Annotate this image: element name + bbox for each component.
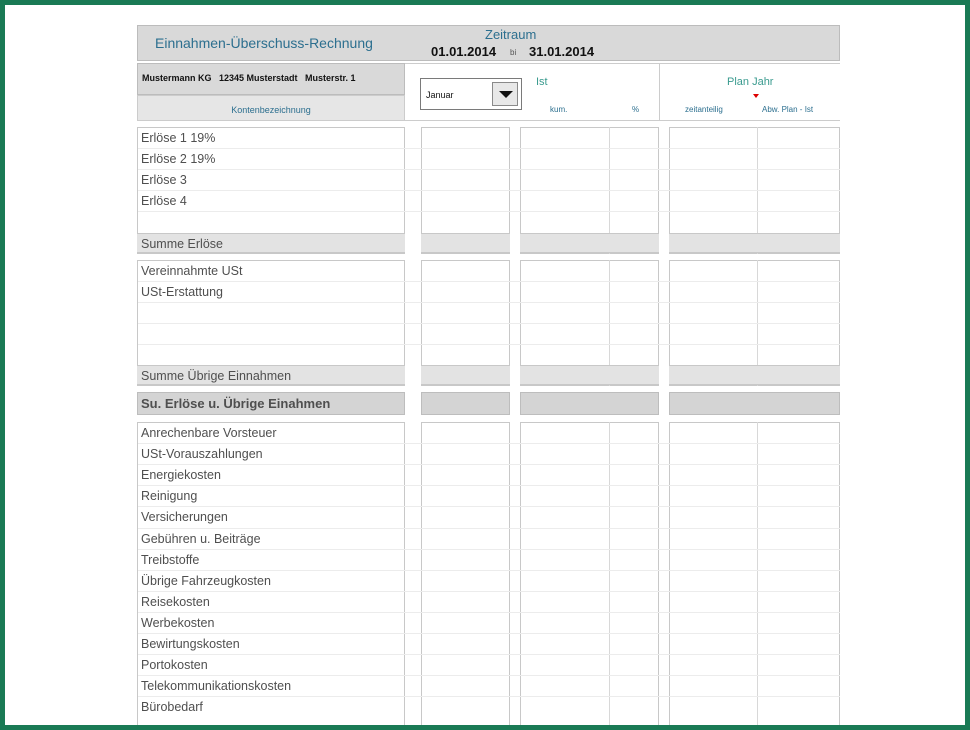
sum-label: Summe Übrige Einnahmen [141, 369, 292, 383]
row-divider [138, 464, 840, 466]
row-divider [138, 633, 840, 634]
plan-jahr-label: Plan Jahr [727, 76, 774, 88]
account-header-label: Kontenbezeichnung [231, 105, 311, 115]
account-label: Bürobedarf [141, 700, 203, 715]
period-label: Zeitraum [485, 27, 537, 42]
chevron-down-icon[interactable] [492, 82, 518, 106]
row-divider [138, 569, 840, 571]
account-label: Bewirtungskosten [141, 637, 240, 651]
row-divider [138, 527, 840, 529]
row-divider [138, 343, 840, 345]
company-address: Mustermann KG 12345 Musterstadt Musterst… [142, 73, 356, 83]
total-row-cell [520, 392, 659, 415]
row-divider [138, 301, 840, 303]
row-divider [138, 696, 840, 698]
company-box: Mustermann KG 12345 Musterstadt Musterst… [137, 63, 405, 95]
abw-label: Abw. Plan - Ist [762, 105, 814, 114]
row-divider [138, 590, 840, 592]
sum-label: Summe Erlöse [141, 236, 223, 251]
column-divider [609, 422, 610, 725]
row-divider [138, 169, 840, 171]
account-label: Reinigung [141, 489, 198, 504]
sum-row-cell [421, 232, 510, 253]
row-divider [138, 322, 840, 324]
row-divider [138, 211, 840, 213]
sum-row-cell [520, 232, 659, 253]
account-label: Übrige Fahrzeugkosten [141, 573, 271, 588]
account-label: Vereinnahmte USt [141, 263, 243, 278]
total-row-cell [669, 392, 840, 415]
account-label: Erlöse 3 [141, 173, 187, 188]
plan-column [669, 422, 840, 725]
account-label: Erlöse 1 19% [141, 131, 216, 145]
sum-row-cell [669, 232, 840, 253]
row-divider [138, 506, 840, 508]
date-from[interactable]: 01.01.2014 [431, 44, 496, 59]
ist-month-column [421, 422, 510, 725]
account-label: Treibstoffe [141, 552, 200, 567]
account-label: Erlöse 4 [141, 194, 187, 209]
row-divider [138, 190, 840, 192]
account-header: Kontenbezeichnung [137, 95, 405, 121]
percent-label: % [632, 105, 640, 114]
bis-label: bi [510, 48, 517, 57]
total-row-cell [421, 392, 510, 415]
zeitanteilig-label: zeitanteilig [685, 105, 723, 114]
account-label: Erlöse 2 19% [141, 152, 216, 167]
account-label: USt-Erstattung [141, 284, 223, 299]
account-label: Versicherungen [141, 510, 228, 525]
account-label: Reisekosten [141, 594, 210, 609]
sum-row-cell [669, 365, 840, 385]
account-label: Portokosten [141, 658, 208, 673]
row-divider [138, 443, 840, 445]
month-select[interactable]: Januar [420, 78, 522, 110]
row-divider [138, 654, 840, 656]
row-divider [138, 548, 840, 550]
account-label: Energiekosten [141, 468, 221, 483]
row-divider [138, 611, 840, 613]
row-divider [138, 280, 840, 282]
spreadsheet: Einnahmen-Überschuss-Rechnung Zeitraum 0… [137, 25, 840, 725]
account-label: Gebühren u. Beiträge [141, 531, 261, 546]
page-frame: Einnahmen-Überschuss-Rechnung Zeitraum 0… [5, 5, 965, 725]
row-divider [138, 148, 840, 150]
account-label: Anrechenbare Vorsteuer [141, 426, 277, 440]
report-title: Einnahmen-Überschuss-Rechnung [155, 35, 373, 51]
ist-label: Ist [536, 76, 548, 88]
row-divider [138, 485, 840, 487]
date-to[interactable]: 31.01.2014 [529, 44, 594, 59]
kum-label: kum. [550, 105, 568, 114]
account-label: USt-Vorauszahlungen [141, 447, 263, 462]
sum-row-cell [421, 365, 510, 385]
account-label: Telekommunikationskosten [141, 679, 292, 694]
column-divider [757, 422, 758, 725]
comment-indicator-icon[interactable] [753, 94, 759, 98]
ist-kum-column [520, 422, 659, 725]
sum-row-cell [520, 365, 659, 385]
account-label: Werbekosten [141, 615, 215, 630]
month-select-value: Januar [426, 90, 454, 100]
row-divider [138, 675, 840, 677]
total-label: Su. Erlöse u. Übrige Einahmen [141, 396, 331, 411]
